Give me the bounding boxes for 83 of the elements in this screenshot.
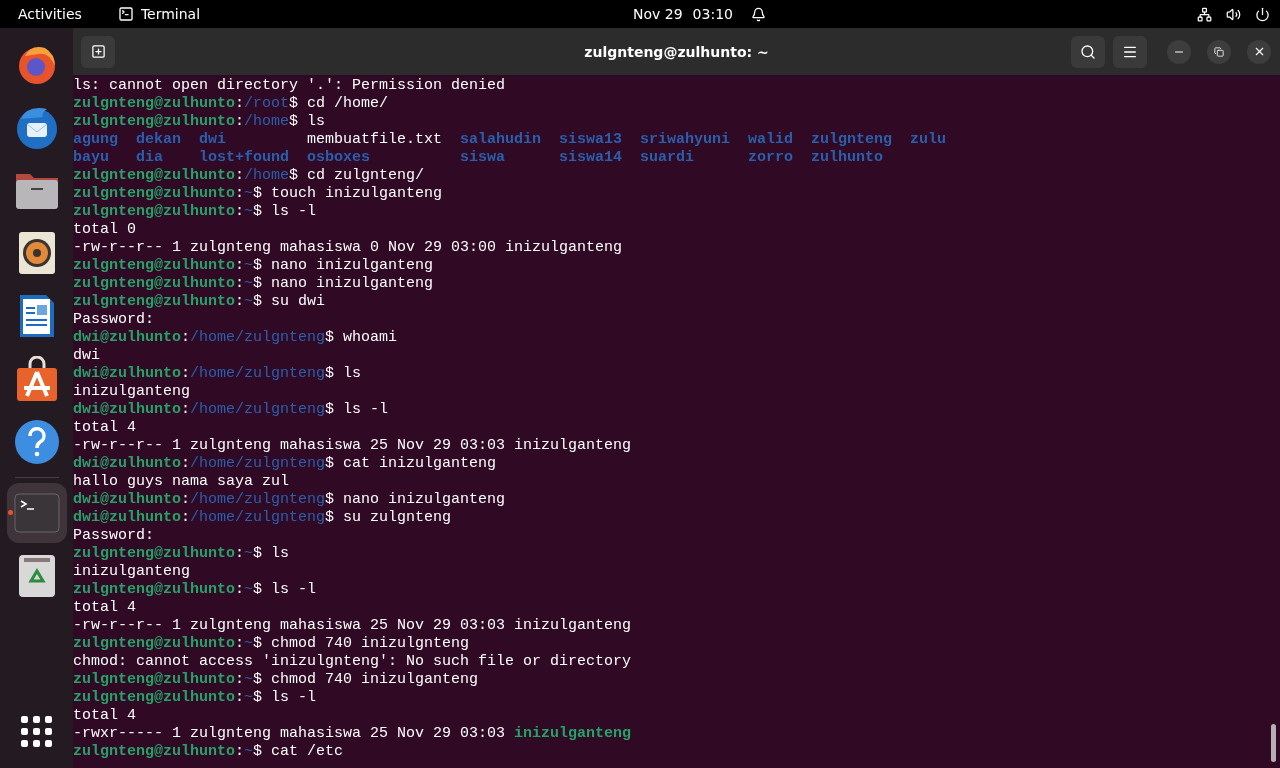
terminal-line: dwi@zulhunto:/home/zulgnteng$ nano inizulganteng — [73, 491, 506, 509]
terminal-line: inizulganteng — [73, 563, 191, 581]
terminal-icon — [117, 6, 134, 22]
file-name: agung — [73, 131, 118, 149]
minimize-button[interactable] — [1167, 39, 1191, 64]
time-label[interactable]: 03:10 — [692, 6, 733, 22]
app-grid-icon[interactable] — [20, 716, 53, 748]
terminal-line: zulgnteng@zulhunto:~$ chmod 740 inizulgnteng — [73, 635, 470, 653]
file-name: walid — [748, 131, 794, 149]
terminal-line: zulgnteng@zulhunto:~$ nano inizulganteng — [73, 275, 434, 293]
terminal-line: total 4 — [73, 707, 136, 725]
date-label[interactable]: Nov 29 — [633, 6, 683, 22]
terminal-line: Password: — [73, 311, 154, 329]
speaker-icon — [17, 231, 56, 275]
terminal-line: zulgnteng@zulhunto:~$ ls — [73, 545, 290, 563]
file-name: siswa — [460, 149, 506, 167]
new-tab-icon — [90, 44, 106, 59]
file-name: siswa13 — [559, 131, 623, 149]
terminal-line: dwi@zulhunto:/home/zulgnteng$ su zulgnteng — [73, 509, 452, 527]
file-name: zorro — [748, 149, 794, 167]
terminal-line: zulgnteng@zulhunto:~$ touch inizulganteng — [73, 185, 443, 203]
menu-button[interactable] — [1113, 35, 1147, 68]
terminal-line: hallo guys nama saya zul — [73, 473, 290, 491]
file-name: zulgnteng — [811, 131, 893, 149]
file-name: salahudin — [460, 131, 542, 149]
power-icon[interactable] — [1255, 6, 1270, 22]
file-name: dwi — [199, 131, 226, 149]
terminal-line: -rw-r--r-- 1 zulgnteng mahasiswa 25 Nov 29 03:03 inizulganteng — [73, 617, 632, 635]
file-name: siswa14 — [559, 149, 623, 167]
volume-icon[interactable] — [1226, 6, 1241, 22]
file-name: dekan — [136, 131, 181, 149]
terminal-line: zulgnteng@zulhunto:~$ su dwi — [73, 293, 326, 311]
close-button[interactable] — [1247, 39, 1271, 64]
restore-icon — [1214, 46, 1224, 57]
terminal-line: zulgnteng@zulhunto:/root$ cd /home/ — [73, 95, 389, 113]
terminal-line: zulgnteng@zulhunto:~$ chmod 740 inizulganteng — [73, 671, 479, 689]
file-name: zulu — [910, 131, 947, 149]
terminal-line: -rwxr----- 1 zulgnteng mahasiswa 25 Nov 29 03:03 inizulganteng — [73, 725, 632, 743]
network-icon[interactable] — [1197, 6, 1212, 22]
terminal-line: ls: cannot open directory '.': Permission denied — [73, 77, 506, 95]
bell-icon[interactable] — [750, 6, 766, 22]
file-name: bayu — [73, 149, 109, 167]
search-button[interactable] — [1071, 35, 1105, 68]
terminal-line: dwi@zulhunto:/home/zulgnteng$ ls -l — [73, 401, 389, 419]
scrollbar[interactable] — [1271, 724, 1276, 762]
terminal-icon — [13, 493, 60, 533]
trash-icon — [17, 554, 56, 598]
terminal-line: total 4 — [73, 599, 136, 617]
terminal-line: dwi — [73, 347, 100, 365]
terminal-line: zulgnteng@zulhunto:~$ nano inizulganteng — [73, 257, 434, 275]
terminal-line: dwi@zulhunto:/home/zulgnteng$ cat inizulganteng — [73, 455, 497, 473]
terminal-line: dwi@zulhunto:/home/zulgnteng$ ls — [73, 365, 362, 383]
terminal-line: total 0 — [73, 221, 136, 239]
window-title: zulgnteng@zulhunto: ~ — [584, 43, 769, 60]
help-icon — [13, 419, 60, 465]
file-name: suardi — [640, 149, 695, 167]
file-name: osboxes — [307, 149, 371, 167]
terminal-line: Password: — [73, 527, 154, 545]
terminal-line: -rw-r--r-- 1 zulgnteng mahasiswa 0 Nov 29 03:00 inizulganteng — [73, 239, 623, 257]
app-menu[interactable]: Terminal — [140, 6, 201, 22]
file-name: zulhunto — [811, 149, 884, 167]
search-icon — [1080, 43, 1096, 60]
terminal-line: -rw-r--r-- 1 zulgnteng mahasiswa 25 Nov 29 03:03 inizulganteng — [73, 437, 632, 455]
running-indicator — [7, 510, 13, 515]
terminal-line: zulgnteng@zulhunto:~$ cat /etc — [73, 743, 344, 761]
terminal-line: chmod: cannot access 'inizulgnteng': No such file or directory — [73, 653, 632, 671]
file-name: dia — [136, 149, 163, 167]
terminal-line: zulgnteng@zulhunto:/home$ ls — [73, 113, 326, 131]
file-name: sriwahyuni — [640, 131, 731, 149]
terminal-line: inizulganteng — [73, 383, 191, 401]
maximize-button[interactable] — [1207, 39, 1231, 64]
terminal-line: zulgnteng@zulhunto:~$ ls -l — [73, 203, 317, 221]
terminal-line: zulgnteng@zulhunto:/home$ cd zulgnteng/ — [73, 167, 425, 185]
new-tab-button[interactable] — [81, 35, 115, 68]
terminal-line: zulgnteng@zulhunto:~$ ls -l — [73, 581, 317, 599]
file-name: lost+found — [199, 149, 289, 167]
terminal-line: dwi@zulhunto:/home/zulgnteng$ whoami — [73, 329, 398, 347]
terminal-line: total 4 — [73, 419, 136, 437]
file-name: membuatfile.txt — [307, 131, 443, 149]
document-icon — [17, 293, 56, 339]
terminal-line: zulgnteng@zulhunto:~$ ls -l — [73, 689, 317, 707]
shopping-bag-icon — [14, 356, 59, 402]
activities-button[interactable]: Activities — [18, 6, 82, 22]
